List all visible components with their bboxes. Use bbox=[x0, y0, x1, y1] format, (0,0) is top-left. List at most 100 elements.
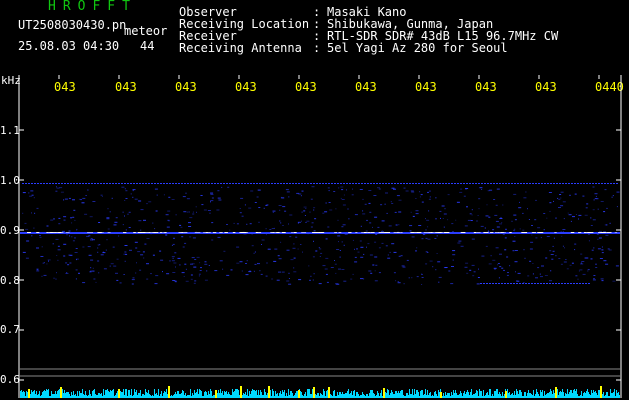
carrier-highlight bbox=[416, 232, 420, 233]
amplitude-bar bbox=[473, 394, 474, 398]
meteor-peak bbox=[168, 386, 170, 398]
noise-speck bbox=[211, 197, 214, 199]
amplitude-bar bbox=[121, 392, 122, 398]
amplitude-bar bbox=[131, 389, 132, 398]
freq-dot bbox=[445, 183, 447, 184]
amplitude-bar bbox=[401, 390, 402, 398]
noise-speck bbox=[374, 280, 378, 282]
amplitude-bar bbox=[355, 396, 356, 398]
noise-speck bbox=[192, 237, 196, 239]
amplitude-bar bbox=[157, 395, 158, 398]
freq-dot bbox=[22, 183, 24, 184]
freq-dot bbox=[196, 183, 198, 184]
freq-dot bbox=[388, 183, 390, 184]
freq-dot bbox=[217, 183, 219, 184]
noise-speck bbox=[85, 195, 87, 196]
noise-speck bbox=[535, 199, 537, 201]
freq-dot bbox=[502, 183, 504, 184]
freq-dot bbox=[382, 183, 384, 184]
freq-dot bbox=[457, 183, 459, 184]
noise-speck bbox=[612, 195, 614, 197]
noise-speck bbox=[397, 282, 401, 284]
noise-speck bbox=[552, 245, 554, 247]
noise-speck bbox=[175, 214, 177, 216]
freq-dot bbox=[361, 183, 363, 184]
noise-speck bbox=[360, 225, 362, 227]
noise-speck bbox=[385, 192, 388, 194]
noise-speck bbox=[226, 224, 228, 225]
amplitude-bar bbox=[81, 393, 82, 398]
noise-speck bbox=[444, 267, 448, 268]
amplitude-bar bbox=[378, 393, 379, 398]
carrier-highlight bbox=[378, 232, 385, 233]
amplitude-bar bbox=[483, 390, 484, 398]
amplitude-bar bbox=[349, 394, 350, 398]
noise-speck bbox=[186, 198, 190, 200]
carrier-highlight bbox=[276, 232, 279, 233]
noise-speck bbox=[608, 249, 612, 251]
noise-speck bbox=[488, 216, 491, 218]
noise-speck bbox=[168, 196, 171, 198]
noise-speck bbox=[471, 209, 473, 211]
amplitude-bar bbox=[166, 389, 167, 398]
amplitude-bar bbox=[394, 394, 395, 398]
plot-frame bbox=[18, 75, 622, 398]
amplitude-bar bbox=[304, 394, 305, 398]
noise-speck bbox=[22, 192, 26, 194]
noise-speck bbox=[171, 245, 173, 246]
noise-speck bbox=[30, 190, 34, 192]
amplitude-bar bbox=[564, 396, 565, 398]
amplitude-bar bbox=[186, 396, 187, 398]
amplitude-bar bbox=[278, 396, 279, 398]
amplitude-bar bbox=[376, 395, 377, 398]
amplitude-bar bbox=[152, 395, 153, 398]
amplitude-bar bbox=[252, 389, 253, 398]
amplitude-bar bbox=[454, 393, 455, 398]
amplitude-bar bbox=[279, 393, 280, 398]
noise-speck bbox=[319, 248, 322, 250]
noise-speck bbox=[90, 267, 92, 269]
noise-speck bbox=[305, 208, 307, 209]
carrier-highlight bbox=[255, 232, 258, 233]
amplitude-bar bbox=[36, 391, 37, 398]
amplitude-bar bbox=[171, 395, 172, 398]
noise-speck bbox=[181, 236, 184, 238]
noise-speck bbox=[277, 255, 280, 257]
noise-speck bbox=[375, 233, 378, 235]
noise-speck bbox=[31, 212, 32, 214]
amplitude-bar bbox=[27, 392, 28, 398]
carrier-highlight bbox=[57, 232, 64, 233]
noise-speck bbox=[301, 190, 304, 192]
noise-speck bbox=[150, 273, 152, 275]
noise-speck bbox=[113, 224, 117, 226]
noise-speck bbox=[311, 186, 315, 188]
freq-dot bbox=[58, 183, 60, 184]
carrier-highlight bbox=[483, 232, 486, 233]
amplitude-bar bbox=[400, 391, 401, 398]
amplitude-bar bbox=[172, 396, 173, 398]
amplitude-bar bbox=[374, 394, 375, 398]
noise-speck bbox=[286, 191, 290, 193]
amplitude-bar bbox=[569, 392, 570, 398]
amplitude-bar bbox=[197, 389, 198, 398]
noise-speck bbox=[569, 194, 571, 196]
amplitude-bar bbox=[122, 392, 123, 398]
noise-speck bbox=[588, 240, 590, 242]
noise-speck bbox=[132, 277, 135, 279]
freq-dot bbox=[577, 183, 579, 184]
freq-dot bbox=[484, 183, 486, 184]
amplitude-bar bbox=[185, 393, 186, 398]
noise-speck bbox=[364, 203, 367, 205]
amplitude-baseline bbox=[20, 386, 620, 398]
noise-speck bbox=[324, 211, 328, 213]
noise-speck bbox=[68, 197, 71, 199]
amplitude-bar bbox=[514, 391, 515, 398]
amplitude-bar bbox=[466, 392, 467, 398]
noise-speck bbox=[481, 189, 483, 190]
noise-speck bbox=[132, 189, 136, 191]
noise-speck bbox=[478, 198, 481, 200]
amplitude-bar bbox=[429, 393, 430, 398]
noise-speck bbox=[278, 205, 282, 206]
noise-speck bbox=[286, 280, 290, 282]
noise-speck bbox=[100, 194, 103, 196]
